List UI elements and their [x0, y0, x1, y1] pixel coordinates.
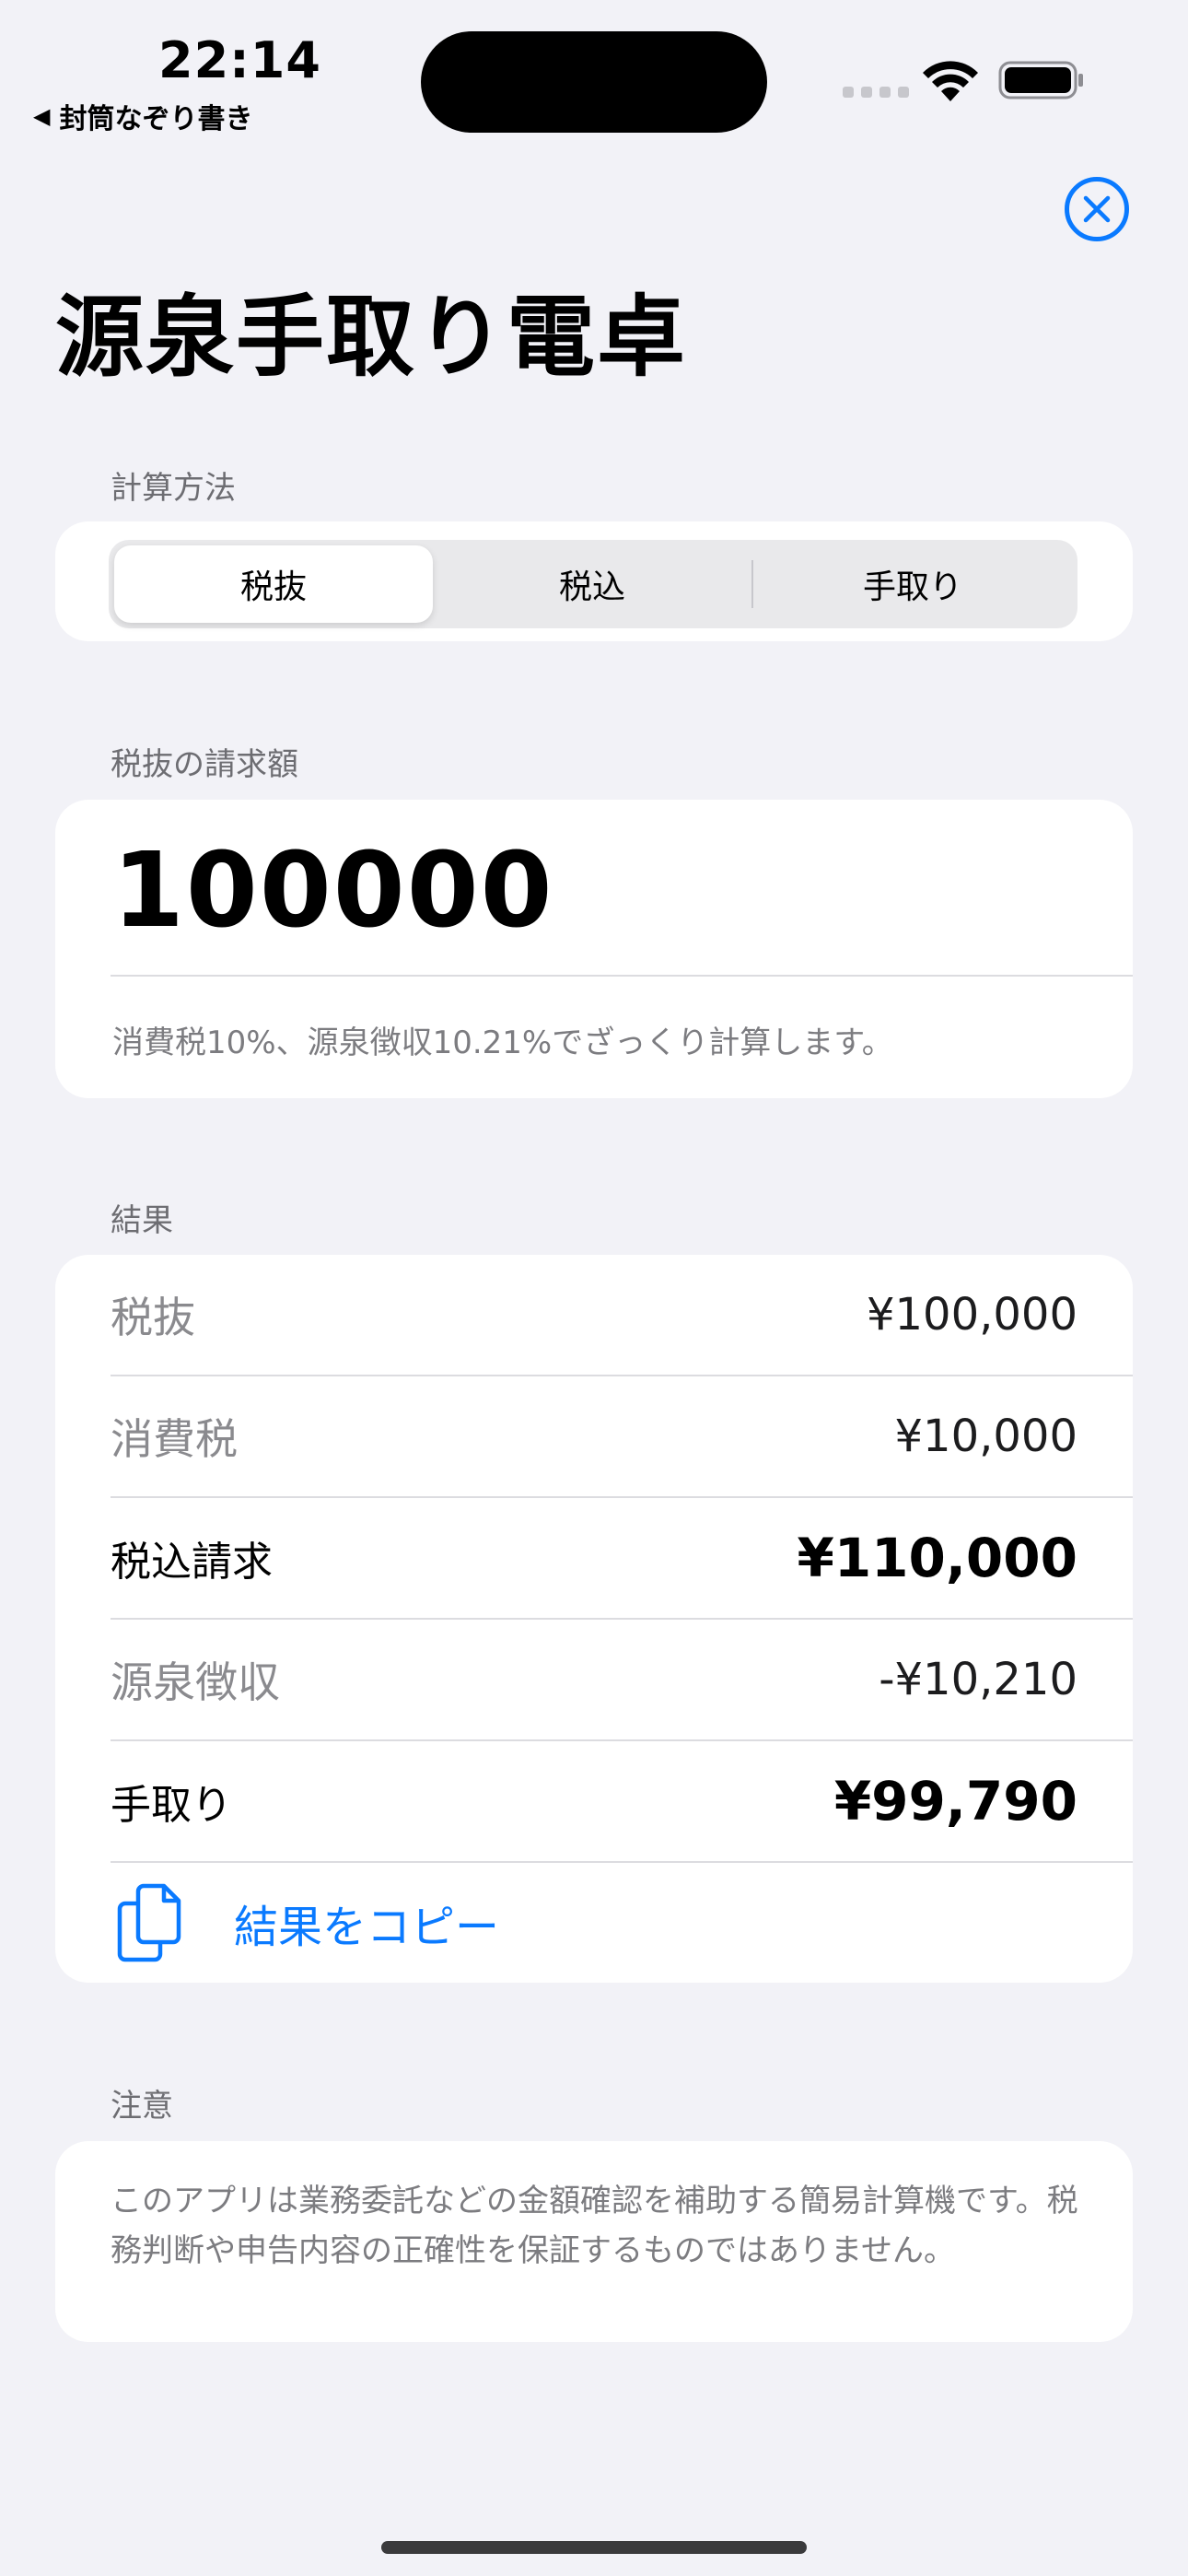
segment-tax-included[interactable]: 税込	[433, 545, 751, 623]
input-section-label: 税抜の請求額	[111, 746, 298, 783]
result-label: 手取り	[111, 1782, 232, 1829]
screen: 22:14 ◀ 封筒なぞり書き 源泉手取り電卓 計算方法 税抜 税込 手取り 税…	[0, 0, 1188, 2576]
segment-take-home[interactable]: 手取り	[753, 545, 1072, 623]
result-row-tax-included-invoice: 税込請求 ¥110,000	[111, 1498, 1077, 1618]
copy-icon	[117, 1883, 181, 1962]
result-value: ¥99,790	[833, 1770, 1077, 1832]
result-row-take-home: 手取り ¥99,790	[111, 1741, 1077, 1861]
amount-divider	[111, 975, 1133, 977]
back-triangle-icon: ◀	[33, 103, 51, 129]
notice-card: このアプリは業務委託などの金額確認を補助する簡易計算機です。税務判断や申告内容の…	[55, 2141, 1133, 2342]
cellular-signal-icon	[843, 87, 909, 98]
result-row-consumption-tax: 消費税 ¥10,000	[111, 1376, 1077, 1496]
result-label: 源泉徴収	[111, 1657, 280, 1707]
amount-input[interactable]: 100000	[112, 831, 554, 951]
close-button[interactable]	[1065, 177, 1129, 241]
result-value: ¥10,000	[894, 1411, 1078, 1462]
back-to-app-link[interactable]: ◀ 封筒なぞり書き	[33, 96, 252, 136]
copy-results-label: 結果をコピー	[234, 1902, 500, 1953]
input-card: 100000 消費税10%、源泉徴収10.21%でざっくり計算します。	[55, 800, 1133, 1098]
battery-icon	[998, 61, 1083, 100]
back-app-label: 封筒なぞり書き	[59, 103, 253, 135]
result-row-tax-excluded: 税抜 ¥100,000	[111, 1255, 1077, 1375]
method-section-label: 計算方法	[111, 470, 236, 507]
page-title: 源泉手取り電卓	[55, 286, 687, 389]
close-icon	[1083, 195, 1111, 223]
result-label: 税込請求	[111, 1539, 273, 1586]
result-value: ¥110,000	[797, 1527, 1077, 1589]
result-label: 税抜	[111, 1293, 195, 1342]
status-time: 22:14	[158, 31, 321, 89]
result-value: ¥100,000	[866, 1289, 1077, 1341]
notice-section-label: 注意	[111, 2088, 173, 2125]
results-card: 税抜 ¥100,000 消費税 ¥10,000 税込請求 ¥110,000 源泉…	[55, 1255, 1133, 1983]
method-card: 税抜 税込 手取り	[55, 521, 1133, 641]
notice-text: このアプリは業務委託などの金額確認を補助する簡易計算機です。税務判断や申告内容の…	[111, 2183, 1078, 2269]
result-label: 消費税	[111, 1414, 238, 1464]
result-row-withholding: 源泉徴収 -¥10,210	[111, 1620, 1077, 1739]
result-value: -¥10,210	[879, 1654, 1077, 1705]
home-indicator[interactable]	[381, 2541, 807, 2554]
calc-note: 消費税10%、源泉徴収10.21%でざっくり計算します。	[112, 1025, 893, 1061]
wifi-icon	[923, 61, 978, 101]
calc-method-segmented-control[interactable]: 税抜 税込 手取り	[109, 540, 1077, 628]
segment-tax-excluded[interactable]: 税抜	[114, 545, 433, 623]
results-section-label: 結果	[111, 1202, 173, 1239]
copy-results-button[interactable]: 結果をコピー	[111, 1863, 1077, 1983]
dynamic-island	[421, 31, 767, 133]
